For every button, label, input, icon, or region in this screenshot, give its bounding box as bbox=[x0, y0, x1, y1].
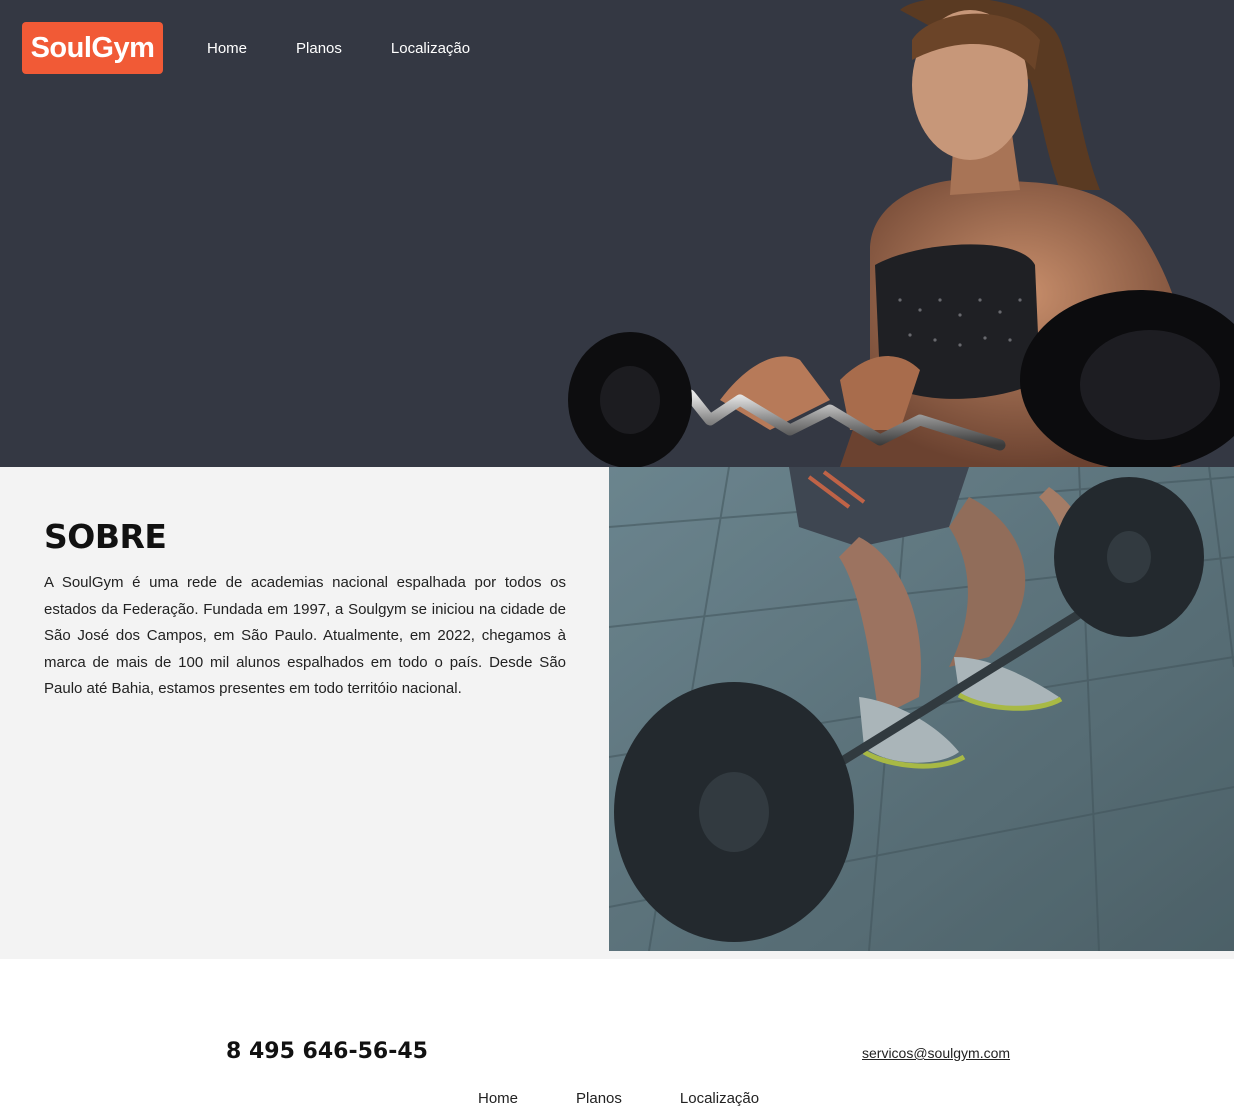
footer-phone: 8 495 646-56-45 bbox=[226, 1039, 428, 1064]
about-title: SOBRE bbox=[44, 517, 167, 556]
about-description: A SoulGym é uma rede de academias nacion… bbox=[44, 574, 566, 698]
footer-link-planos[interactable]: Planos bbox=[576, 1090, 622, 1107]
soulgym-logo[interactable]: SoulGym bbox=[22, 22, 163, 74]
nav-link-home[interactable]: Home bbox=[207, 40, 247, 57]
top-navigation: SoulGym Home Planos Localização bbox=[22, 22, 519, 74]
deadlift-barbell-image bbox=[609, 467, 1234, 951]
hero-woman-lifting-image bbox=[568, 0, 1234, 467]
footer-link-localizacao[interactable]: Localização bbox=[680, 1090, 759, 1107]
about-section: SOBRE A SoulGym é uma rede de academias … bbox=[0, 467, 1234, 959]
footer-email-link[interactable]: servicos@soulgym.com bbox=[862, 1045, 1010, 1061]
nav-link-planos[interactable]: Planos bbox=[296, 40, 342, 57]
footer-link-home[interactable]: Home bbox=[478, 1090, 518, 1107]
footer: 8 495 646-56-45 servicos@soulgym.com Hom… bbox=[0, 959, 1234, 1120]
hero-section: SoulGym Home Planos Localização bbox=[0, 0, 1234, 467]
about-text-block: SOBRE A SoulGym é uma rede de academias … bbox=[44, 517, 566, 703]
nav-links: Home Planos Localização bbox=[207, 40, 519, 57]
nav-link-localizacao[interactable]: Localização bbox=[391, 40, 470, 57]
footer-navigation: Home Planos Localização bbox=[478, 1090, 817, 1107]
